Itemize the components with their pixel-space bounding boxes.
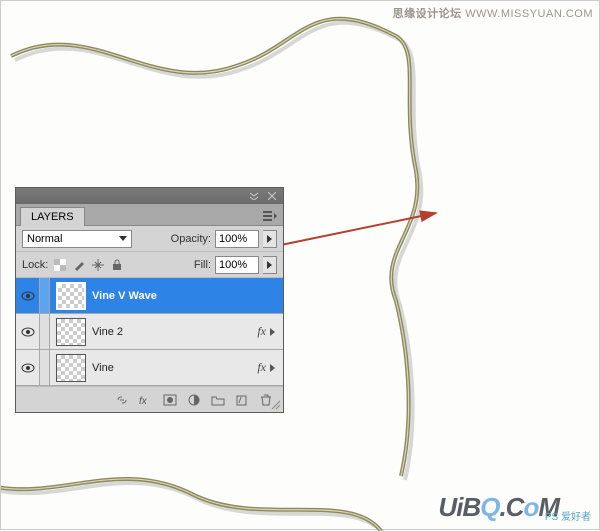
lock-position-icon[interactable] xyxy=(90,257,106,273)
tab-label: LAYERS xyxy=(31,211,74,223)
link-column[interactable] xyxy=(40,350,50,385)
chevron-down-icon xyxy=(119,236,127,241)
layer-row-vine[interactable]: Vine fx xyxy=(16,350,283,386)
layer-style-icon[interactable]: fx xyxy=(137,391,155,409)
chevron-right-icon xyxy=(267,235,272,243)
fill-flyout[interactable] xyxy=(263,256,277,274)
fx-indicator[interactable]: fx xyxy=(257,360,275,375)
chevron-right-icon xyxy=(267,261,272,269)
blend-mode-value: Normal xyxy=(27,233,62,245)
opacity-value: 100% xyxy=(219,233,247,245)
eye-icon xyxy=(21,291,35,301)
fill-value: 100% xyxy=(219,259,247,271)
fx-label: fx xyxy=(257,360,266,375)
lock-label: Lock: xyxy=(22,259,48,271)
visibility-toggle[interactable] xyxy=(16,350,40,385)
fill-label: Fill: xyxy=(194,259,211,271)
layer-row-vine-2[interactable]: Vine 2 fx xyxy=(16,314,283,350)
eye-icon xyxy=(21,327,35,337)
lock-all-icon[interactable] xyxy=(109,257,125,273)
fx-indicator[interactable]: fx xyxy=(257,324,275,339)
watermark-top-url: WWW.MISSYUAN.COM xyxy=(465,8,593,20)
lock-pixels-icon[interactable] xyxy=(71,257,87,273)
link-column[interactable] xyxy=(40,314,50,349)
panel-bottom-toolbar: fx xyxy=(16,386,283,412)
layer-mask-icon[interactable] xyxy=(161,391,179,409)
panel-menu-icon[interactable] xyxy=(261,207,279,225)
visibility-toggle[interactable] xyxy=(16,278,40,313)
fx-label: fx xyxy=(257,324,266,339)
layer-row-vine-v-wave[interactable]: Vine V Wave xyxy=(16,278,283,314)
tab-layers[interactable]: LAYERS xyxy=(20,207,85,226)
layer-name[interactable]: Vine V Wave xyxy=(92,290,283,302)
lock-transparency-icon[interactable] xyxy=(52,257,68,273)
layers-panel: LAYERS Normal Opacity: 100% Lock: Fill: … xyxy=(15,187,284,413)
callout-arrow xyxy=(271,201,471,261)
blend-mode-select[interactable]: Normal xyxy=(22,230,132,248)
svg-text:fx: fx xyxy=(139,396,148,406)
panel-header[interactable] xyxy=(16,188,283,204)
opacity-flyout[interactable] xyxy=(263,230,277,248)
visibility-toggle[interactable] xyxy=(16,314,40,349)
chevron-right-icon xyxy=(270,328,275,336)
adjustment-layer-icon[interactable] xyxy=(185,391,203,409)
eye-icon xyxy=(21,363,35,373)
layer-name[interactable]: Vine xyxy=(92,362,257,374)
layer-name[interactable]: Vine 2 xyxy=(92,326,257,338)
layer-thumbnail[interactable] xyxy=(56,354,86,382)
watermark-top: 思缘设计论坛 WWW.MISSYUAN.COM xyxy=(393,5,593,21)
watermark-ps: PS 爱好者 xyxy=(545,508,591,523)
link-layers-icon[interactable] xyxy=(113,391,131,409)
lock-icons-group xyxy=(52,257,125,273)
new-group-icon[interactable] xyxy=(209,391,227,409)
resize-grip-icon[interactable] xyxy=(269,398,281,410)
link-column[interactable] xyxy=(40,278,50,313)
layer-thumbnail[interactable] xyxy=(56,282,86,310)
close-icon[interactable] xyxy=(265,190,279,202)
layer-thumbnail[interactable] xyxy=(56,318,86,346)
chevron-right-icon xyxy=(270,364,275,372)
watermark-logo: UiBQ.CoM xyxy=(438,492,559,523)
opacity-input[interactable]: 100% xyxy=(215,230,259,248)
opacity-label: Opacity: xyxy=(171,233,211,245)
blend-opacity-row: Normal Opacity: 100% xyxy=(16,226,283,252)
layers-list: Vine V Wave Vine 2 fx Vine fx xyxy=(16,278,283,386)
new-layer-icon[interactable] xyxy=(233,391,251,409)
fill-input[interactable]: 100% xyxy=(215,256,259,274)
lock-fill-row: Lock: Fill: 100% xyxy=(16,252,283,278)
collapse-icon[interactable] xyxy=(247,190,261,202)
panel-tabbar: LAYERS xyxy=(16,204,283,226)
watermark-top-cn: 思缘设计论坛 xyxy=(393,8,462,20)
